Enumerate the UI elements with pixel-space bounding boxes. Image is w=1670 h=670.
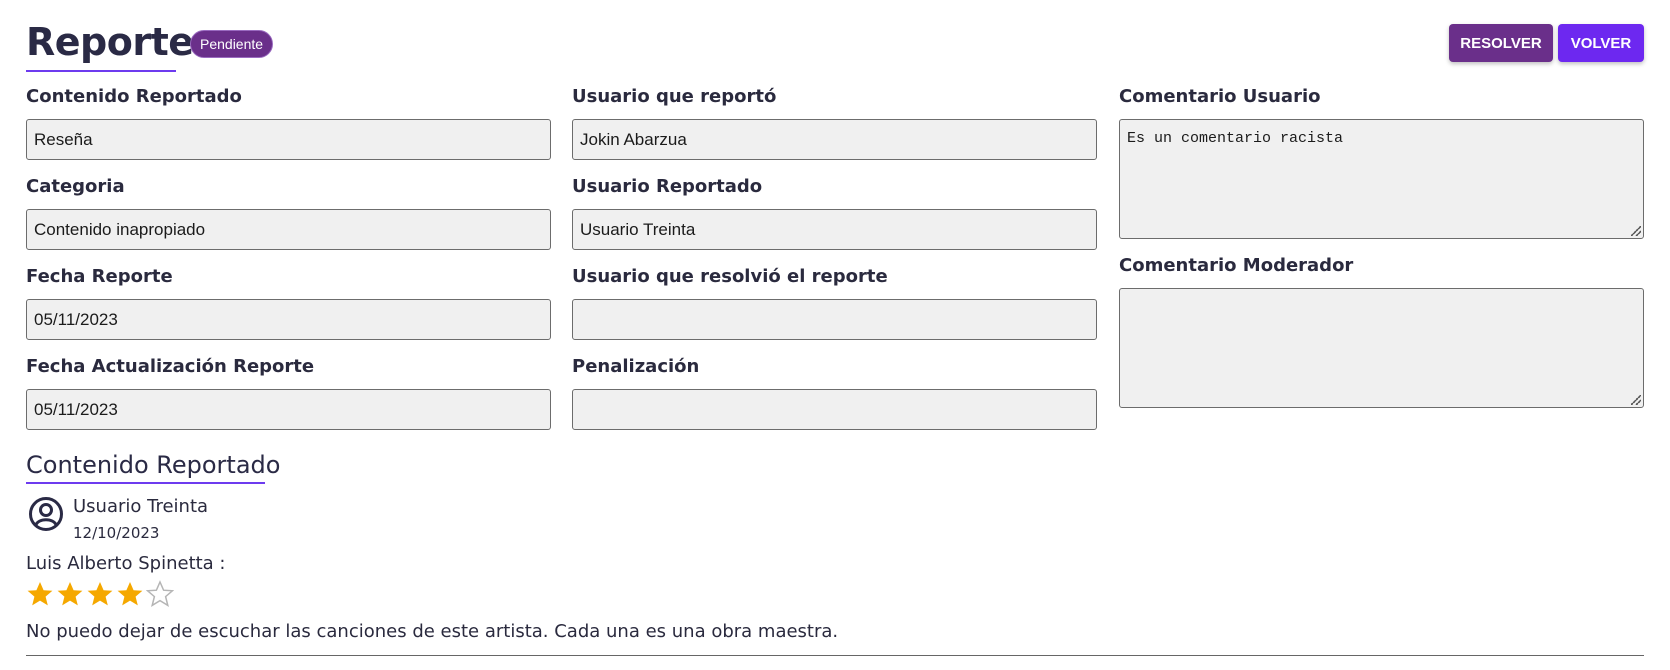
resize-handle-icon[interactable] [1631, 395, 1641, 405]
star-filled-icon [117, 582, 143, 606]
status-badge: Pendiente [190, 30, 274, 58]
star-filled-icon [27, 582, 53, 606]
comentario-usuario-label: Comentario Usuario [1119, 86, 1321, 107]
form-column-2: Usuario que reportó Jokin Abarzua Usuari… [572, 86, 1097, 446]
field-usuario-reportado: Usuario Reportado Usuario Treinta [572, 176, 1097, 266]
page-header: Reporte Pendiente RESOLVER VOLVER [26, 18, 1644, 74]
header-actions: RESOLVER VOLVER [1449, 24, 1644, 62]
contenido-reportado-input[interactable]: Reseña [26, 119, 551, 160]
field-comentario-usuario: Comentario Usuario Es un comentario raci… [1119, 86, 1644, 255]
page-title: Reporte [26, 20, 194, 64]
star-empty-icon [146, 580, 174, 608]
comentario-usuario-textarea[interactable]: Es un comentario racista [1119, 119, 1644, 239]
reported-content-section: Contenido Reportado Usuario Treinta 12/1… [26, 450, 1644, 656]
star-filled-icon [87, 582, 113, 606]
form-column-3: Comentario Usuario Es un comentario raci… [1119, 86, 1644, 424]
section-title: Contenido Reportado [26, 451, 281, 479]
user-avatar-icon [29, 497, 63, 531]
penalizacion-label: Penalización [572, 356, 700, 377]
field-categoria: Categoria Contenido inapropiado [26, 176, 551, 266]
fecha-actualizacion-input[interactable]: 05/11/2023 [26, 389, 551, 430]
comentario-usuario-text: Es un comentario racista [1127, 130, 1344, 147]
section-underline [26, 482, 265, 484]
back-button[interactable]: VOLVER [1558, 24, 1644, 62]
review-date: 12/10/2023 [73, 524, 160, 542]
review-text: No puedo dejar de escuchar las canciones… [26, 621, 839, 642]
fecha-reporte-input[interactable]: 05/11/2023 [26, 299, 551, 340]
fecha-reporte-label: Fecha Reporte [26, 266, 173, 287]
report-page: Reporte Pendiente RESOLVER VOLVER Conten… [26, 18, 1644, 656]
field-usuario-resolvio: Usuario que resolvió el reporte [572, 266, 1097, 356]
penalizacion-input[interactable] [572, 389, 1097, 430]
field-fecha-actualizacion: Fecha Actualización Reporte 05/11/2023 [26, 356, 551, 446]
resolve-button[interactable]: RESOLVER [1449, 24, 1553, 62]
review-header: Usuario Treinta 12/10/2023 [26, 494, 1644, 550]
categoria-label: Categoria [26, 176, 125, 197]
review-user-name: Usuario Treinta [73, 496, 209, 517]
usuario-reportado-input[interactable]: Usuario Treinta [572, 209, 1097, 250]
fecha-actualizacion-label: Fecha Actualización Reporte [26, 356, 315, 377]
usuario-reportado-label: Usuario Reportado [572, 176, 763, 197]
divider [26, 655, 1644, 656]
usuario-reporto-label: Usuario que reportó [572, 86, 777, 107]
resize-handle-icon[interactable] [1631, 226, 1641, 236]
star-filled-icon [57, 582, 83, 606]
field-comentario-moderador: Comentario Moderador [1119, 255, 1644, 424]
usuario-resolvio-label: Usuario que resolvió el reporte [572, 266, 888, 287]
field-contenido-reportado: Contenido Reportado Reseña [26, 86, 551, 176]
rating-stars [26, 578, 1644, 610]
field-fecha-reporte: Fecha Reporte 05/11/2023 [26, 266, 551, 356]
comentario-moderador-textarea[interactable] [1119, 288, 1644, 408]
comentario-moderador-label: Comentario Moderador [1119, 255, 1354, 276]
field-penalizacion: Penalización [572, 356, 1097, 446]
title-underline [26, 70, 176, 72]
categoria-input[interactable]: Contenido inapropiado [26, 209, 551, 250]
review-artist: Luis Alberto Spinetta : [26, 553, 226, 574]
usuario-resolvio-input[interactable] [572, 299, 1097, 340]
form-column-1: Contenido Reportado Reseña Categoria Con… [26, 86, 551, 446]
field-usuario-reporto: Usuario que reportó Jokin Abarzua [572, 86, 1097, 176]
usuario-reporto-input[interactable]: Jokin Abarzua [572, 119, 1097, 160]
contenido-reportado-label: Contenido Reportado [26, 86, 242, 107]
